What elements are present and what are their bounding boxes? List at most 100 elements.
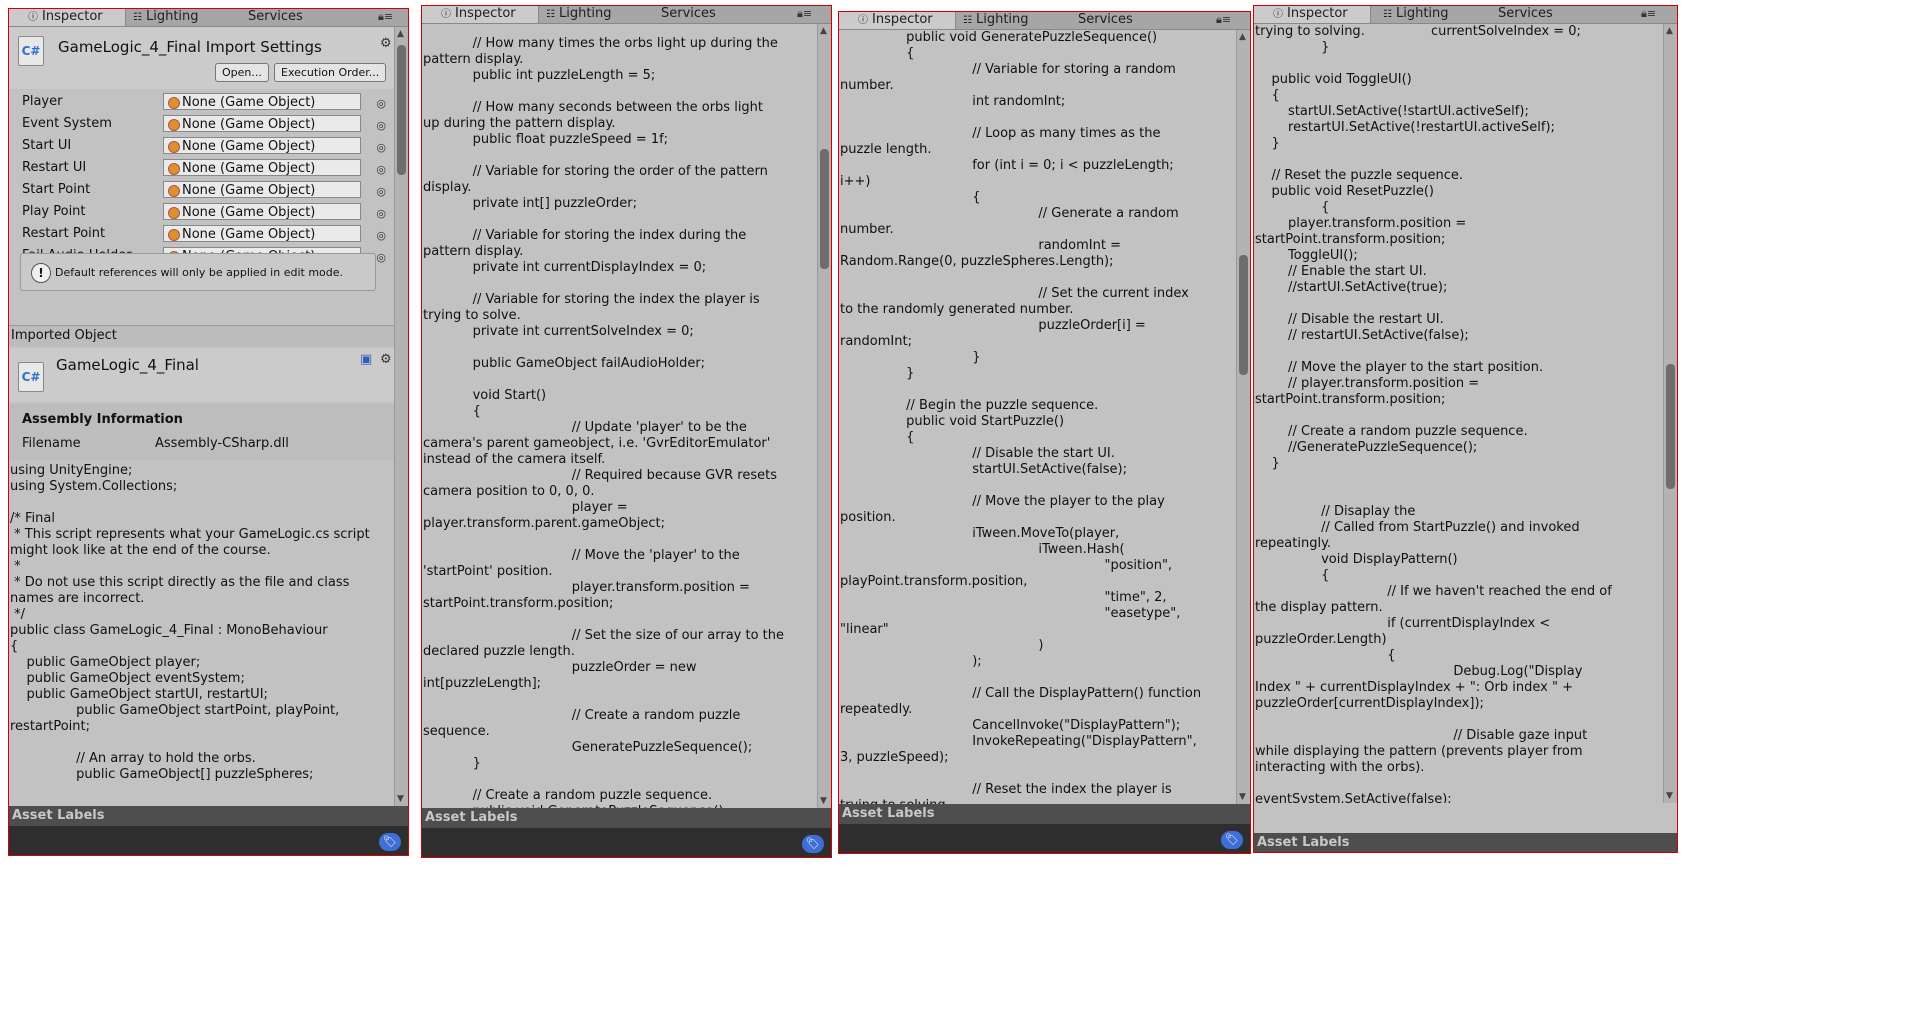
game-object-icon [168, 119, 180, 131]
code-line: randomInt; [840, 334, 912, 349]
object-field[interactable]: None (Game Object) ◎ [163, 225, 386, 242]
scroll-down-icon[interactable]: ▼ [1239, 792, 1246, 802]
object-picker-icon[interactable]: ◎ [376, 227, 386, 244]
tab-inspector[interactable]: ⓘ Inspector [8, 8, 126, 26]
scroll-up-icon[interactable]: ▲ [1666, 26, 1673, 36]
code-line: { [840, 190, 981, 205]
tab-inspector[interactable]: ⓘ Inspector [838, 11, 956, 29]
scroll-down-icon[interactable]: ▼ [397, 794, 404, 804]
tab-lighting[interactable]: ☷ Lighting [1383, 5, 1449, 23]
tag-icon[interactable]: 🏷︎ [1221, 831, 1243, 849]
code-line: * Do not use this script directly as the… [10, 575, 350, 590]
tab-services[interactable]: Services [248, 8, 303, 26]
code-line: eventSystem.SetActive(false); [1255, 792, 1452, 803]
code-line: // Set the current index [840, 286, 1189, 301]
tab-inspector[interactable]: ⓘ Inspector [421, 5, 539, 23]
lock-icon[interactable]: 🔒︎≡ [797, 7, 812, 21]
code-line: number. [840, 222, 894, 237]
code-line: player.transform.position = [1255, 216, 1467, 231]
tag-icon[interactable]: 🏷︎ [802, 835, 824, 853]
code-line: // Variable for storing the order of the… [423, 164, 768, 179]
scroll-down-icon[interactable]: ▼ [820, 796, 827, 806]
open-button[interactable]: Open... [215, 63, 269, 82]
scrollbar[interactable]: ▲ ▼ [394, 27, 409, 806]
scroll-thumb[interactable] [1239, 255, 1248, 375]
help-book-icon[interactable]: ▣ [360, 352, 372, 367]
field-row: Event System None (Game Object) ◎ [8, 114, 409, 134]
object-picker-icon[interactable]: ◎ [376, 139, 386, 156]
scroll-thumb[interactable] [820, 149, 829, 269]
tab-inspector[interactable]: ⓘ Inspector [1253, 5, 1371, 23]
code-line: public int puzzleLength = 5; [423, 68, 656, 83]
code-line: /* Final [10, 511, 55, 526]
lighting-icon: ☷ [546, 9, 555, 20]
lock-icon[interactable]: 🔒︎≡ [1641, 7, 1656, 21]
code-line: instead of the camera itself. [423, 452, 606, 467]
code-line: } [423, 756, 481, 771]
code-line: while displaying the pattern (prevents p… [1255, 744, 1583, 759]
tab-lighting[interactable]: ☷ Lighting [546, 5, 612, 23]
object-picker-icon[interactable]: ◎ [376, 95, 386, 112]
lock-icon[interactable]: 🔒︎≡ [1216, 13, 1231, 27]
code-line: void DisplayPattern() [1255, 552, 1458, 567]
scroll-thumb[interactable] [1666, 364, 1675, 489]
object-field[interactable]: None (Game Object) ◎ [163, 181, 386, 198]
scroll-thumb[interactable] [397, 45, 406, 175]
scrollbar[interactable]: ▲ ▼ [1663, 24, 1678, 803]
field-row: Restart Point None (Game Object) ◎ [8, 224, 409, 244]
object-field[interactable]: None (Game Object) ◎ [163, 93, 386, 110]
code-line: // player.transform.position = [1255, 376, 1480, 391]
scrollbar[interactable]: ▲ ▼ [817, 24, 832, 808]
lock-icon[interactable]: 🔒︎≡ [378, 10, 393, 24]
assembly-information: Assembly Information Filename Assembly-C… [8, 404, 395, 460]
inspector-panel-1: ⓘ Inspector ☷ Lighting Services 🔒︎≡ C# Gam… [8, 8, 409, 856]
scrollbar[interactable]: ▲ ▼ [1236, 30, 1251, 804]
code-line: GeneratePuzzleSequence(); [423, 740, 753, 755]
object-picker-icon[interactable]: ◎ [376, 183, 386, 200]
code-line: iTween.MoveTo(player, [840, 526, 1120, 541]
scroll-up-icon[interactable]: ▲ [1239, 32, 1246, 42]
code-line: randomInt = [840, 238, 1121, 253]
tab-lighting[interactable]: ☷ Lighting [133, 8, 199, 26]
tab-services[interactable]: Services [1498, 5, 1553, 23]
code-line: playPoint.transform.position, [840, 574, 1028, 589]
scroll-up-icon[interactable]: ▲ [820, 26, 827, 36]
object-field[interactable]: None (Game Object) ◎ [163, 159, 386, 176]
object-picker-icon[interactable]: ◎ [376, 117, 386, 134]
code-line: int randomInt; [840, 94, 1066, 109]
object-field[interactable]: None (Game Object) ◎ [163, 137, 386, 154]
asset-labels-bar: 🏷︎ [421, 828, 832, 858]
asset-labels-bar: 🏷︎ [838, 824, 1251, 854]
object-picker-icon[interactable]: ◎ [376, 205, 386, 222]
code-line: puzzle length. [840, 142, 932, 157]
code-line: ) [840, 638, 1044, 653]
tab-services[interactable]: Services [1078, 11, 1133, 29]
object-field[interactable]: None (Game Object) ◎ [163, 115, 386, 132]
inspector-panel-4: ⓘ Inspector ☷ Lighting Services 🔒︎≡ trying… [1253, 5, 1678, 853]
gear-icon[interactable]: ⚙ [380, 352, 392, 367]
script-source: trying to solving. currentSolveIndex = 0… [1255, 24, 1613, 803]
tab-lighting[interactable]: ☷ Lighting [963, 11, 1029, 29]
filename-label: Filename [22, 436, 81, 451]
execution-order-button[interactable]: Execution Order... [274, 63, 387, 82]
code-line: ); [840, 654, 982, 669]
tab-services[interactable]: Services [661, 5, 716, 23]
code-line: pattern display. [423, 52, 524, 67]
scroll-up-icon[interactable]: ▲ [397, 29, 404, 39]
code-line: // Set the size of our array to the [423, 628, 785, 643]
tab-bar: ⓘ Inspector ☷ Lighting Services 🔒︎≡ [1253, 5, 1678, 24]
object-field[interactable]: None (Game Object) ◎ [163, 203, 386, 220]
field-row: Restart UI None (Game Object) ◎ [8, 158, 409, 178]
gear-icon[interactable]: ⚙ [380, 36, 392, 51]
field-label: Restart UI [22, 160, 87, 175]
object-picker-icon[interactable]: ◎ [376, 161, 386, 178]
object-picker-icon[interactable]: ◎ [376, 249, 386, 266]
code-line: repeatedly. [840, 702, 913, 717]
scroll-down-icon[interactable]: ▼ [1666, 791, 1673, 801]
tag-icon[interactable]: 🏷︎ [379, 833, 401, 851]
